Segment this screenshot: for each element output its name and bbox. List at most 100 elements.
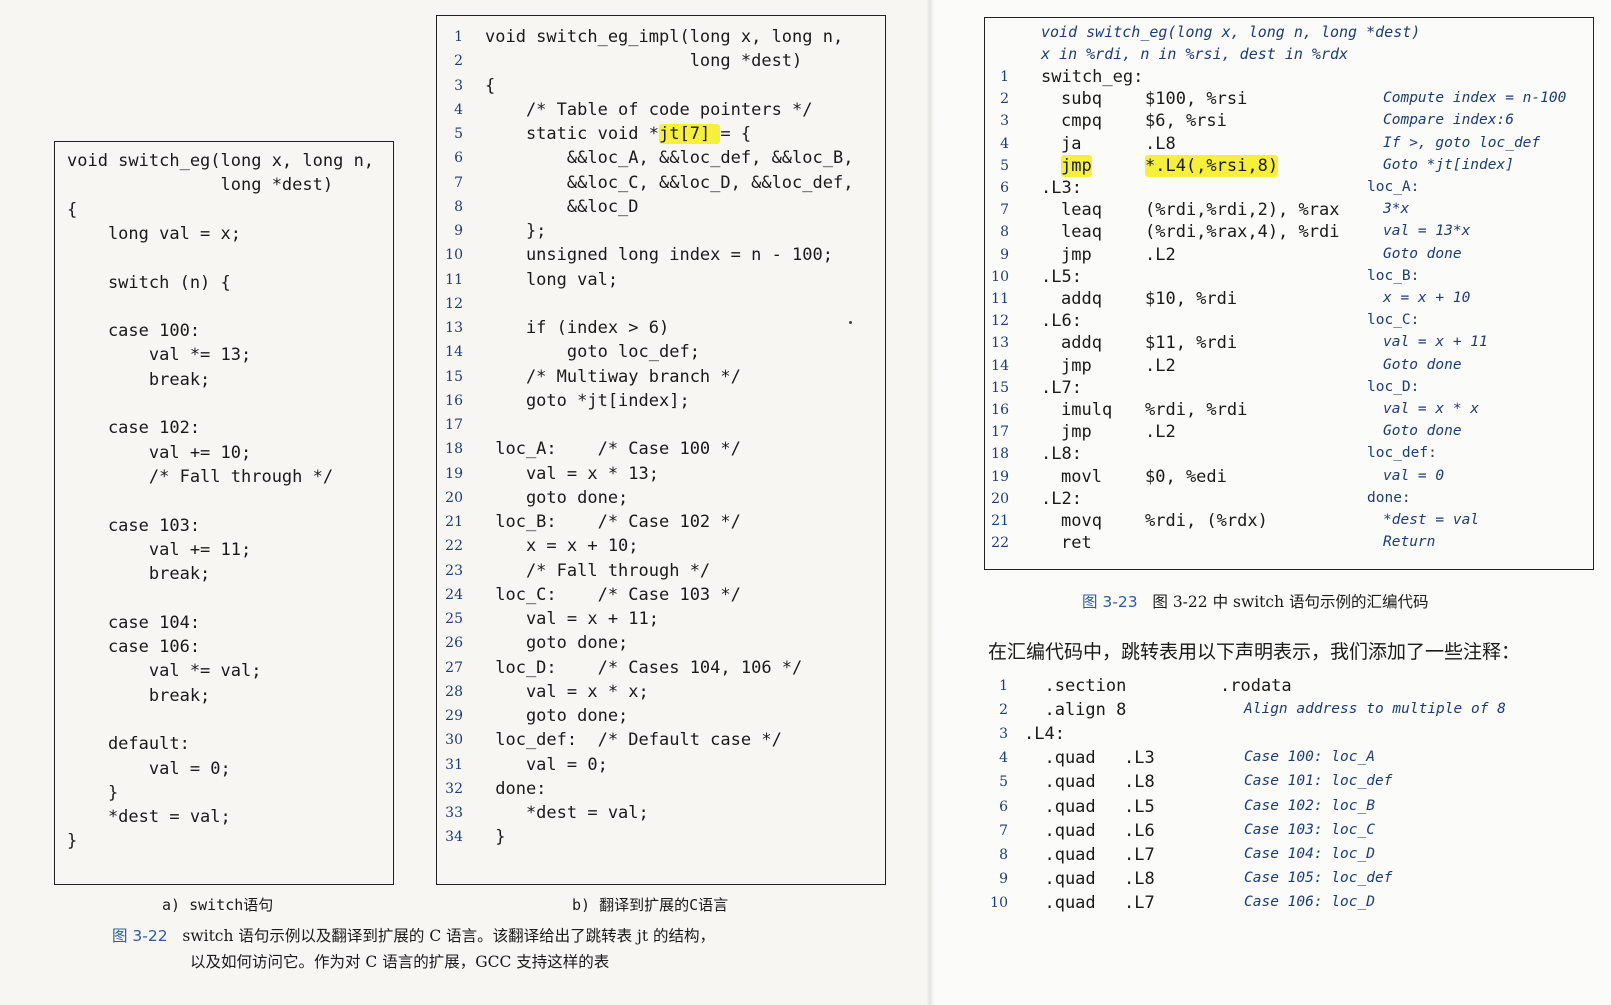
directive: .quad [1024,772,1096,793]
directive: .align 8 [1024,700,1127,721]
code-line: loc_D: /* Cases 104, 106 */ [485,657,803,678]
asm-operands: (%rdi,%rdi,2), %rax [1145,200,1340,221]
asm-comment: Goto done [1383,245,1462,262]
code-line: /* Multiway branch */ [485,366,741,387]
directive: .L4: [1024,724,1065,745]
code-line: &&loc_D [485,196,639,217]
line-number: 3 [999,726,1008,743]
asm-opcode: ret [1061,533,1092,554]
code-line: } [67,831,78,852]
line-number: 28 [445,683,463,700]
asm-comment: loc_def: [1367,445,1437,462]
asm-opcode: addq [1061,289,1102,309]
code-line: x = x + 10; [485,536,639,557]
panel-c-box: void switch_eg(long x, long n, long *des… [984,17,1594,570]
jump-table-comment: Align address to multiple of 8 [1244,701,1506,718]
asm-operands: (%rdi,%rax,4), %rdi [1145,222,1340,243]
jump-table-comment: Case 105: loc_def [1244,869,1393,886]
panel-a-label: a) switch语句 [162,896,274,914]
code-line: void switch_eg_impl(long x, long n, [485,27,844,47]
line-number: 5 [1000,157,1009,174]
line-number: 12 [991,313,1009,330]
asm-comment: done: [1367,489,1411,506]
code-line: val += 10; [67,442,252,463]
figure-3-22-caption: 图 3-22 switch 语句示例以及翻译到扩展的 C 语言。该翻译给出了跳转… [112,924,715,946]
asm-opcode: leaq [1061,200,1102,221]
line-number: 14 [445,344,463,361]
line-number: 10 [990,894,1008,911]
line-number: 19 [445,465,463,482]
line-number: 6 [999,798,1008,815]
asm-comment: val = x * x [1383,401,1480,417]
asm-opcode: imulq [1061,400,1113,420]
line-number: 3 [1000,113,1009,130]
line-number: 15 [991,379,1009,396]
asm-operands: .L2 [1145,244,1176,265]
asm-comment: Return [1383,534,1436,551]
code-line: long *dest) [485,51,803,72]
line-number: 10 [991,268,1009,285]
line-number: 22 [991,535,1009,552]
code-line: { [485,75,496,96]
line-number: 1 [999,678,1008,694]
asm-label: .L6: [1041,311,1082,332]
code-line: case 106: [67,637,201,657]
asm-label: .L8: [1041,444,1082,465]
directive: .quad [1024,868,1096,889]
line-number: 2 [454,53,463,70]
line-number: 19 [991,468,1009,485]
directive: .quad [1024,892,1096,913]
code-line: &&loc_A, &&loc_def, &&loc_B, [485,148,854,169]
code-line: goto done; [485,706,629,726]
line-number: 7 [999,822,1008,839]
code-line: loc_A: /* Case 100 */ [485,439,741,460]
line-number: 31 [445,756,463,773]
directive: .quad [1024,748,1096,769]
code-line: loc_C: /* Case 103 */ [485,584,741,605]
panel-b-label: b) 翻译到扩展的C语言 [572,896,729,914]
code-line: val = 0; [485,754,608,775]
directive: .quad [1024,796,1096,817]
line-number: 9 [454,223,463,239]
asm-operands: *.L4(,%rsi,8) [1145,154,1279,177]
line-number: 13 [991,335,1009,352]
code-line: case 100: [67,321,201,342]
directive: .quad [1024,844,1096,865]
asm-comment: val = x + 11 [1383,334,1488,351]
jump-table-comment: Case 101: loc_def [1244,773,1393,790]
jump-table-listing: 1 .section .rodata 2 .align 8 Align address… [984,675,1594,925]
asm-label: switch_eg: [1041,67,1144,87]
line-number: 4 [454,101,463,118]
directive-arg: .L7 [1124,844,1155,865]
asm-operands: $11, %rdi [1145,333,1238,354]
asm-comment: Goto done [1383,423,1462,440]
asm-opcode: jmp [1061,154,1092,177]
line-number: 2 [999,702,1008,719]
body-paragraph: 在汇编代码中，跳转表用以下声明表示，我们添加了一些注释： [988,641,1521,663]
page-gutter [926,0,934,1005]
code-line: done: [485,778,547,799]
asm-opcode: jmp [1061,355,1092,376]
directive: .quad [1024,820,1096,841]
asm-operands: $10, %rdi [1145,289,1238,309]
line-number: 4 [999,750,1008,767]
line-number: 5 [999,774,1008,791]
line-number: 8 [999,846,1008,863]
asm-comment: Compute index = n-100 [1383,90,1567,107]
figure-3-23-number: 图 3-23 [1082,593,1138,611]
code-line: default: [67,734,190,755]
asm-operands: .L2 [1145,422,1176,443]
line-number: 23 [445,562,463,579]
asm-opcode: subq [1061,89,1102,110]
asm-opcode: addq [1061,333,1102,354]
code-line: val = x * x; [485,681,649,702]
code-line: }; [485,221,547,241]
code-line: break; [67,564,211,585]
stray-dot [849,321,852,324]
asm-comment: loc_A: [1367,179,1420,195]
code-line: /* Fall through */ [67,466,334,487]
line-number: 25 [445,611,463,627]
code-line: goto loc_def; [485,342,700,363]
line-number: 27 [445,659,463,676]
asm-operands: %rdi, (%rdx) [1145,511,1268,531]
